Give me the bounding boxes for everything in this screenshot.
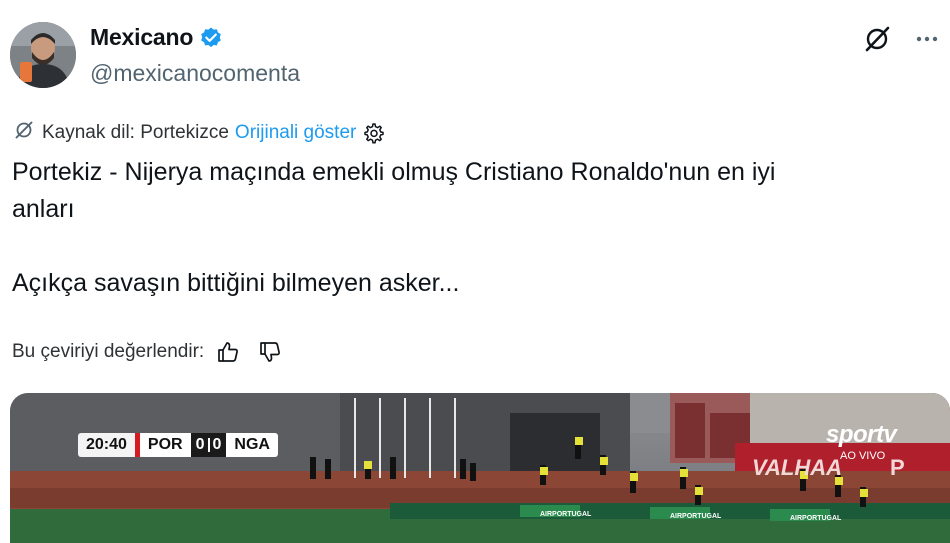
verified-badge-icon <box>199 26 223 50</box>
live-label: AO VIVO <box>840 450 886 462</box>
avatar-image <box>10 22 76 88</box>
more-options-icon[interactable] <box>912 22 942 56</box>
thumbs-up-icon[interactable] <box>216 340 240 364</box>
author-handle[interactable]: @mexicanocomenta <box>90 60 300 87</box>
translation-info: Kaynak dil: Portekizce Orijinali göster <box>14 120 385 146</box>
tweet-text-line: Açıkça savaşın bittiğini bilmeyen asker.… <box>12 269 460 297</box>
thumbs-down-icon[interactable] <box>258 340 282 364</box>
tweet-video[interactable]: VALHAA P AIRPORTUGAL AIRPORTUGAL AIRPORT… <box>10 393 950 543</box>
ad-board-text: AIRPORTUGAL <box>790 515 842 522</box>
show-original-link[interactable]: Orijinali göster <box>235 122 356 144</box>
broadcaster-logo: sportv <box>826 421 897 448</box>
scoreboard: 20:40 POR 0 0 NGA <box>78 433 278 457</box>
ad-board-text: AIRPORTUGAL <box>540 511 592 518</box>
avatar[interactable] <box>10 22 76 88</box>
source-language-label: Kaynak dil: Portekizce <box>42 122 229 143</box>
translate-icon <box>14 120 34 146</box>
tweet-text: Portekiz - Nijerya maçında emekli olmuş … <box>12 154 932 302</box>
grok-icon[interactable] <box>862 22 892 56</box>
ad-board-text: AIRPORTUGAL <box>670 513 722 520</box>
away-score: 0 <box>212 436 222 453</box>
tweet-top-actions <box>862 22 942 56</box>
away-team: NGA <box>226 433 278 457</box>
tweet-text-line: anları <box>12 195 75 223</box>
home-team: POR <box>139 433 191 457</box>
display-name[interactable]: Mexicano <box>90 24 193 51</box>
stadium-banner-text: VALHAA <box>752 455 842 480</box>
tweet-text-line: Portekiz - Nijerya maçında emekli olmuş … <box>12 158 776 186</box>
rate-translation: Bu çeviriyi değerlendir: <box>12 340 282 364</box>
score: 0 0 <box>190 433 227 457</box>
author-name-row[interactable]: Mexicano <box>90 24 223 51</box>
rate-translation-label: Bu çeviriyi değerlendir: <box>12 341 205 362</box>
home-score: 0 <box>195 436 205 453</box>
svg-text:P: P <box>890 455 905 480</box>
match-clock: 20:40 <box>78 433 135 457</box>
video-frame: VALHAA P AIRPORTUGAL AIRPORTUGAL AIRPORT… <box>10 393 950 543</box>
gear-icon[interactable] <box>362 122 385 144</box>
